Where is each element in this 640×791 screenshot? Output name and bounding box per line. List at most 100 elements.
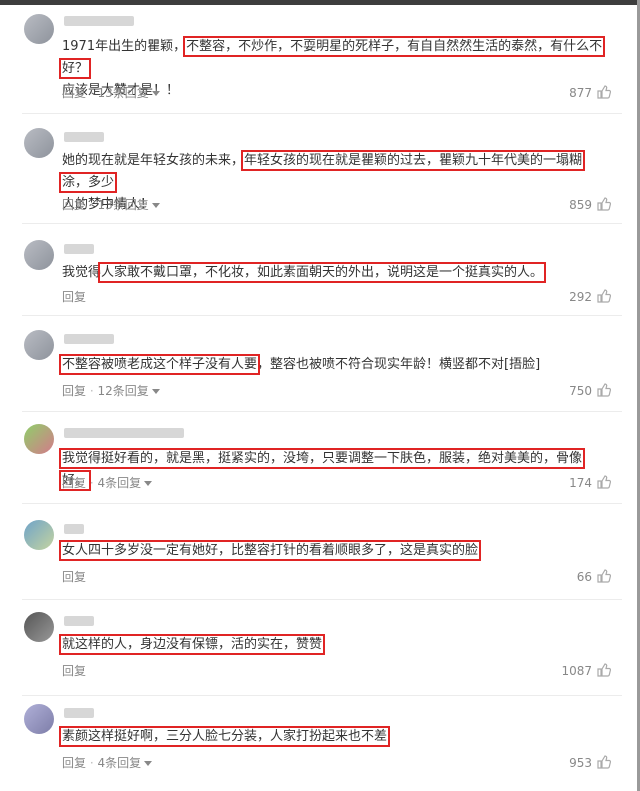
divider: [22, 411, 622, 412]
avatar[interactable]: [24, 424, 54, 454]
reply-button[interactable]: 回复: [62, 86, 86, 100]
chevron-down-icon: [144, 481, 153, 486]
comment-text-plain: 1971年出生的瞿颖，: [62, 39, 187, 54]
like-button[interactable]: 953: [569, 754, 612, 772]
like-count: 1087: [561, 664, 592, 678]
view-replies-button[interactable]: 12条回复: [98, 384, 160, 398]
comment-item: 1971年出生的瞿颖，不整容，不炒作，不耍明星的死样子，有自自然然生活的泰然，有…: [0, 10, 636, 114]
thumbs-up-icon: [597, 289, 612, 303]
separator-dot: ·: [89, 476, 94, 490]
reply-button[interactable]: 回复: [62, 198, 86, 212]
avatar[interactable]: [24, 240, 54, 270]
replies-count: 13条回复: [97, 86, 149, 100]
comment-text-highlighted: 不整容被喷老成这个样子没有人要: [58, 354, 261, 375]
comment-text: 素颜这样挺好啊，三分人脸七分装，人家打扮起来也不差: [58, 726, 606, 748]
replies-count: 12条回复: [97, 384, 149, 398]
comment-actions: 回复 · 4条回复: [62, 474, 153, 492]
reply-button[interactable]: 回复: [62, 290, 86, 304]
avatar[interactable]: [24, 704, 54, 734]
view-replies-button[interactable]: 13条回复: [98, 86, 160, 100]
username-blurred[interactable]: [64, 244, 94, 254]
comment-text-plain: ，整容也被喷不符合现实年龄！横竖都不对[捂脸]: [257, 357, 541, 372]
comment-item: 她的现在就是年轻女孩的未来，年轻女孩的现在就是瞿颖的过去，瞿颖九十年代美的一塌糊…: [0, 120, 636, 224]
thumbs-up-icon: [597, 475, 612, 489]
replies-count: 4条回复: [97, 756, 142, 770]
divider: [22, 503, 622, 504]
like-button[interactable]: 859: [569, 196, 612, 214]
comment-actions: 回复: [62, 662, 86, 680]
thumbs-up-icon: [597, 569, 612, 583]
like-count: 859: [569, 198, 592, 212]
avatar[interactable]: [24, 330, 54, 360]
comment-actions: 回复 · 13条回复: [62, 84, 160, 102]
like-button[interactable]: 292: [569, 288, 612, 306]
comment-text-highlighted: 人家敢不戴口罩，不化妆，如此素面朝天的外出，说明这是一个挺真实的人。: [98, 262, 547, 283]
separator-dot: ·: [89, 384, 94, 398]
reply-button[interactable]: 回复: [62, 570, 86, 584]
comment-text-highlighted: 素颜这样挺好啊，三分人脸七分装，人家打扮起来也不差: [58, 726, 391, 747]
replies-count: 13条回复: [97, 198, 149, 212]
chevron-down-icon: [151, 389, 160, 394]
username-blurred[interactable]: [64, 524, 84, 534]
username-blurred[interactable]: [64, 428, 184, 438]
divider: [22, 223, 622, 224]
username-blurred[interactable]: [64, 334, 114, 344]
username-blurred[interactable]: [64, 616, 94, 626]
like-button[interactable]: 1087: [561, 662, 612, 680]
top-bar: [0, 0, 640, 5]
reply-button[interactable]: 回复: [62, 384, 86, 398]
comment-actions: 回复: [62, 568, 86, 586]
avatar[interactable]: [24, 520, 54, 550]
comment-actions: 回复 · 4条回复: [62, 754, 153, 772]
comment-item: 不整容被喷老成这个样子没有人要，整容也被喷不符合现实年龄！横竖都不对[捂脸] 回…: [0, 322, 636, 412]
like-button[interactable]: 66: [577, 568, 612, 586]
reply-button[interactable]: 回复: [62, 476, 86, 490]
separator-dot: ·: [89, 198, 94, 212]
comment-item: 我觉得挺好看的，就是黑，挺紧实的，没垮，只要调整一下肤色，服装，绝对美美的，骨像…: [0, 418, 636, 504]
thumbs-up-icon: [597, 663, 612, 677]
chevron-down-icon: [151, 203, 160, 208]
avatar[interactable]: [24, 612, 54, 642]
comment-item: 我觉得人家敢不戴口罩，不化妆，如此素面朝天的外出，说明这是一个挺真实的人。 回复…: [0, 232, 636, 316]
thumbs-up-icon: [597, 197, 612, 211]
reply-button[interactable]: 回复: [62, 756, 86, 770]
comment-text-highlighted: 就这样的人，身边没有保镖，活的实在，赞赞: [58, 634, 326, 655]
thumbs-up-icon: [597, 85, 612, 99]
divider: [22, 113, 622, 114]
chevron-down-icon: [144, 761, 153, 766]
divider: [22, 695, 622, 696]
comment-text-highlighted: 女人四十多岁没一定有她好，比整容打针的看着顺眼多了，这是真实的脸: [58, 540, 482, 561]
comment-text: 女人四十多岁没一定有她好，比整容打针的看着顺眼多了，这是真实的脸: [58, 540, 606, 562]
chevron-down-icon: [151, 91, 160, 96]
like-button[interactable]: 750: [569, 382, 612, 400]
username-blurred[interactable]: [64, 16, 134, 26]
like-button[interactable]: 877: [569, 84, 612, 102]
thumbs-up-icon: [597, 383, 612, 397]
separator-dot: ·: [89, 756, 94, 770]
comment-actions: 回复 · 13条回复: [62, 196, 160, 214]
reply-button[interactable]: 回复: [62, 664, 86, 678]
like-count: 877: [569, 86, 592, 100]
avatar[interactable]: [24, 128, 54, 158]
comment-text-plain: 她的现在就是年轻女孩的未来，: [62, 153, 245, 168]
avatar[interactable]: [24, 14, 54, 44]
like-count: 292: [569, 290, 592, 304]
divider: [22, 315, 622, 316]
comment-item: 就这样的人，身边没有保镖，活的实在，赞赞 回复 1087: [0, 606, 636, 696]
like-count: 953: [569, 756, 592, 770]
thumbs-up-icon: [597, 755, 612, 769]
separator-dot: ·: [89, 86, 94, 100]
like-button[interactable]: 174: [569, 474, 612, 492]
comment-item: 素颜这样挺好啊，三分人脸七分装，人家打扮起来也不差 回复 · 4条回复 953: [0, 702, 636, 788]
comment-text: 就这样的人，身边没有保镖，活的实在，赞赞: [58, 634, 606, 656]
view-replies-button[interactable]: 4条回复: [98, 756, 153, 770]
view-replies-button[interactable]: 13条回复: [98, 198, 160, 212]
comment-actions: 回复: [62, 288, 86, 306]
username-blurred[interactable]: [64, 132, 104, 142]
comment-text: 我觉得人家敢不戴口罩，不化妆，如此素面朝天的外出，说明这是一个挺真实的人。: [62, 262, 606, 284]
like-count: 66: [576, 570, 592, 584]
view-replies-button[interactable]: 4条回复: [98, 476, 153, 490]
comment-text: 不整容被喷老成这个样子没有人要，整容也被喷不符合现实年龄！横竖都不对[捂脸]: [58, 354, 606, 376]
username-blurred[interactable]: [64, 708, 94, 718]
comment-text-plain: 我觉得: [62, 265, 102, 280]
